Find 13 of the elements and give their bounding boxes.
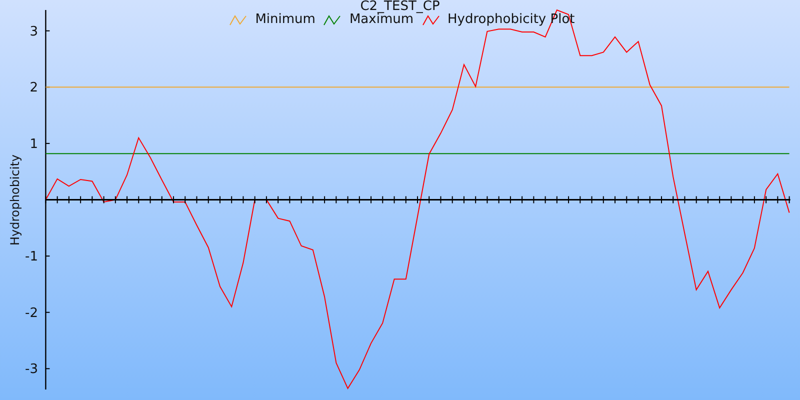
legend-line-icon [422, 14, 440, 26]
y-tick-label: -2 [25, 306, 38, 321]
y-axis-label: Hydrophobicity [8, 154, 22, 246]
y-tick-label: -3 [25, 362, 38, 378]
legend-line-icon [323, 14, 342, 26]
legend-label: Minimum [255, 12, 316, 28]
y-tick-label: 3 [30, 24, 38, 40]
y-tick-label: 2 [30, 80, 38, 96]
y-tick-label: 1 [30, 136, 38, 152]
legend-line-icon [229, 14, 248, 26]
chart-title: C2_TEST_CP [360, 0, 440, 13]
legend-label: Maximum [349, 12, 414, 28]
y-tick-label: -1 [25, 250, 38, 265]
